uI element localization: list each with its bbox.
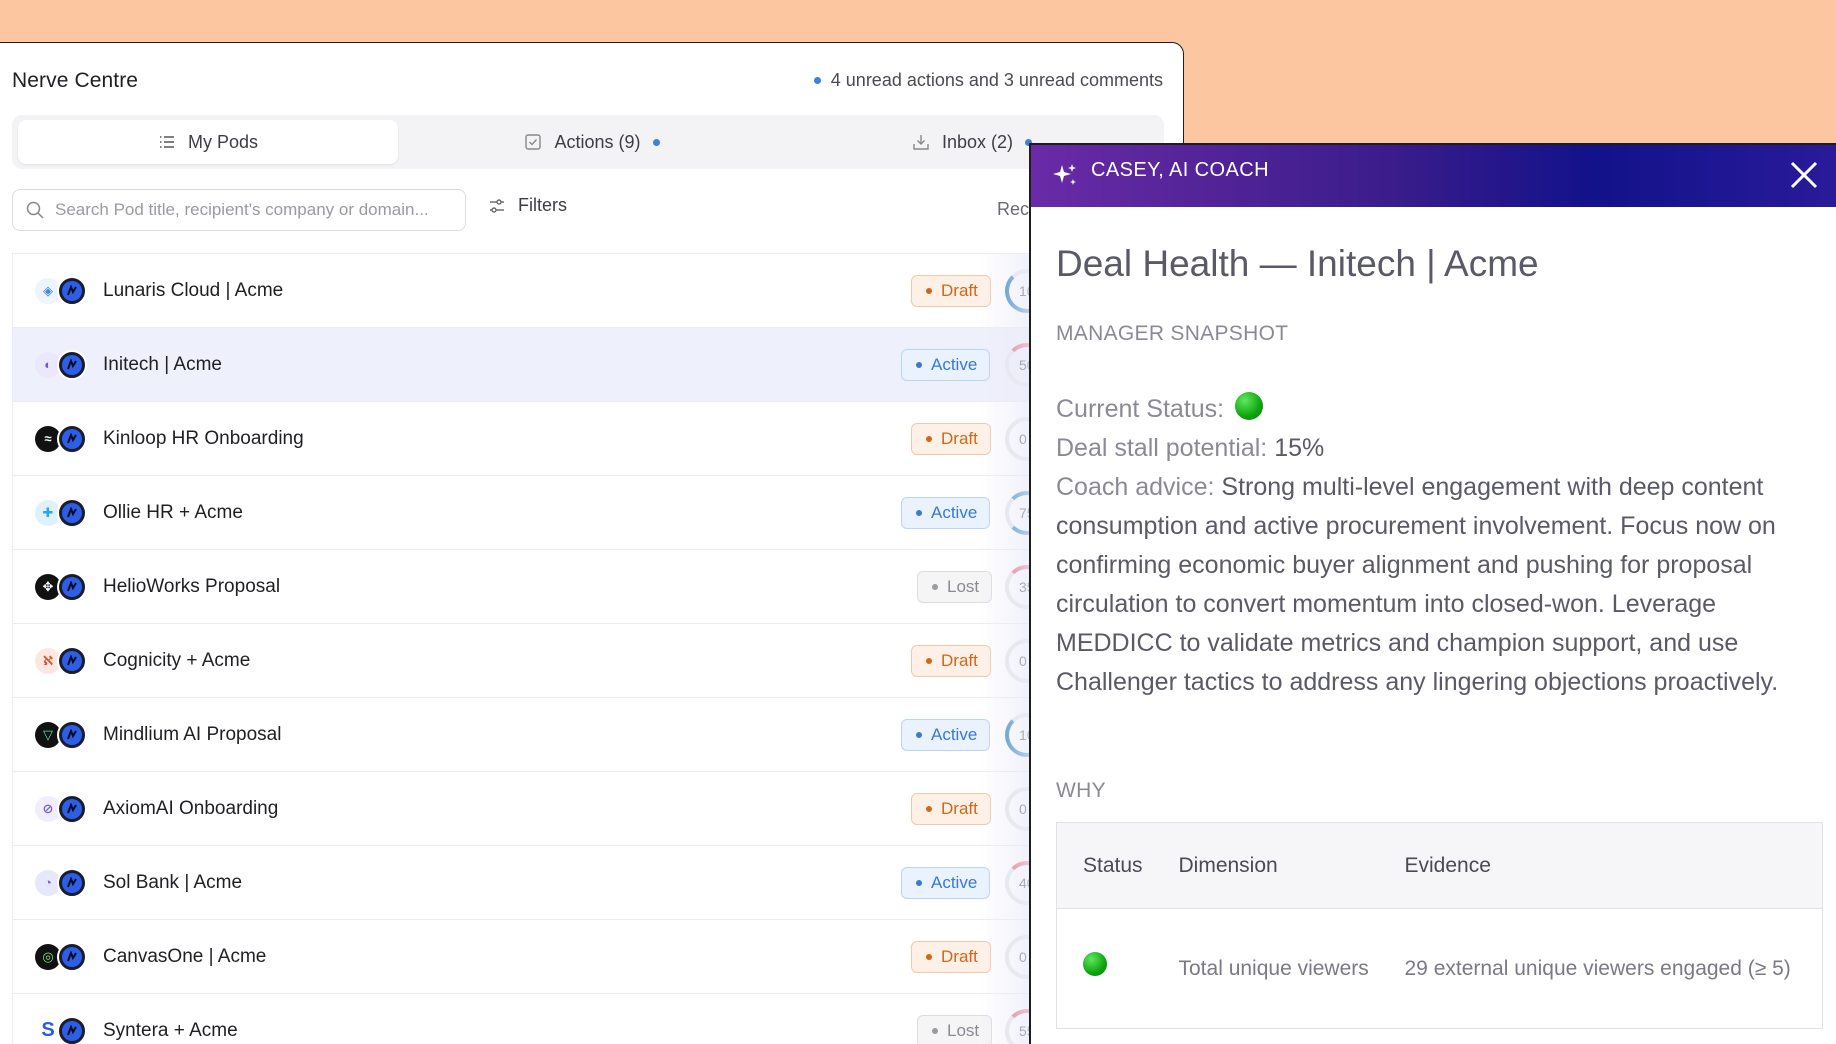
- col-dimension: Dimension: [1178, 822, 1405, 909]
- tab-actions[interactable]: Actions (9): [402, 120, 782, 164]
- tab-my-pods[interactable]: My Pods: [18, 120, 398, 164]
- list-item[interactable]: ◎ CanvasOne | Acme Draft 0: [12, 920, 1172, 994]
- table-row: Total unique viewers 29 external unique …: [1057, 909, 1823, 1029]
- status-badge: Active: [901, 496, 991, 529]
- acme-logo-icon: [57, 645, 87, 676]
- stall-potential: Deal stall potential: 15%: [1056, 434, 1325, 462]
- unread-dot: [652, 138, 660, 146]
- acme-logo-icon: [57, 423, 87, 454]
- col-status: Status: [1056, 822, 1179, 909]
- deal-title: Deal Health — Initech | Acme: [1056, 243, 1539, 284]
- acme-logo-icon: [57, 719, 87, 750]
- status-green-dot: [1083, 951, 1107, 976]
- coach-header: CASEY, AI COACH: [1031, 145, 1836, 207]
- status-badge: Lost: [917, 1014, 993, 1044]
- pod-title: HelioWorks Proposal: [103, 575, 281, 597]
- col-evidence: Evidence: [1404, 822, 1823, 909]
- current-status: Current Status:: [1056, 390, 1826, 429]
- pod-title: Syntera + Acme: [103, 1019, 238, 1041]
- logos: ◎: [35, 941, 87, 972]
- logos: ✥: [35, 571, 87, 602]
- inbox-icon: [913, 135, 929, 150]
- tab-bar: My Pods Actions (9) Inbox (2): [12, 115, 1164, 169]
- why-table: Status Dimension Evidence Total unique v…: [1056, 822, 1823, 1029]
- evidence-cell: 29 external unique viewers engaged (≥ 5): [1404, 957, 1791, 980]
- coach-advice: Coach advice: Strong multi-level engagem…: [1056, 473, 1779, 696]
- why-heading: WHY: [1056, 779, 1106, 802]
- status-badge: Lost: [917, 570, 993, 603]
- pod-title: Ollie HR + Acme: [103, 501, 243, 523]
- filters-button[interactable]: Filters: [488, 195, 567, 216]
- sliders-icon: [490, 198, 504, 213]
- logos: ▽: [35, 719, 87, 750]
- list-item[interactable]: S Syntera + Acme Lost 55: [12, 994, 1172, 1044]
- acme-logo-icon: [57, 349, 87, 380]
- status-badge: Draft: [911, 940, 991, 973]
- list-item[interactable]: ≈ Kinloop HR Onboarding Draft 0: [12, 402, 1172, 476]
- list-item[interactable]: ▽ Mindlium AI Proposal Active 10: [12, 698, 1172, 772]
- pod-title: Lunaris Cloud | Acme: [103, 279, 284, 301]
- search-icon: [26, 201, 44, 219]
- pod-title: Initech | Acme: [103, 353, 222, 375]
- logos: ◈: [35, 275, 87, 306]
- recent-sort[interactable]: Rec: [997, 199, 1029, 220]
- acme-logo-icon: [57, 793, 87, 824]
- pod-title: Cognicity + Acme: [103, 649, 251, 671]
- filters-label: Filters: [518, 195, 567, 215]
- list-item[interactable]: ◈ Lunaris Cloud | Acme Draft 10: [12, 254, 1172, 328]
- status-badge: Active: [901, 866, 991, 899]
- list-item[interactable]: ⊘ AxiomAI Onboarding Draft 0: [12, 772, 1172, 846]
- coach-name: CASEY, AI COACH: [1091, 159, 1269, 181]
- snapshot-heading: MANAGER SNAPSHOT: [1056, 322, 1289, 345]
- logos: ◔: [35, 867, 87, 898]
- sparkle-icon: [1053, 164, 1076, 185]
- acme-logo-icon: [57, 941, 87, 972]
- logos: S: [35, 1015, 87, 1044]
- search-box: [12, 189, 466, 231]
- ai-coach-panel: CASEY, AI COACH Deal Health — Initech | …: [1029, 143, 1836, 1044]
- tab-label: Actions (9): [554, 131, 641, 152]
- logos: ✚: [35, 497, 87, 528]
- status-badge: Draft: [911, 644, 991, 677]
- pod-title: Mindlium AI Proposal: [103, 723, 282, 745]
- list-item[interactable]: ◔ Sol Bank | Acme Active 40: [12, 846, 1172, 920]
- pod-title: AxiomAI Onboarding: [103, 797, 279, 819]
- logos: ◐: [35, 349, 87, 380]
- list-item[interactable]: ℵ Cognicity + Acme Draft 0: [12, 624, 1172, 698]
- acme-logo-icon: [57, 571, 87, 602]
- list-icon: [159, 136, 174, 148]
- logos: ⊘: [35, 793, 87, 824]
- unread-text: 4 unread actions and 3 unread comments: [830, 70, 1163, 90]
- status-badge: Active: [901, 348, 991, 381]
- unread-dot: [813, 77, 821, 84]
- acme-logo-icon: [57, 867, 87, 898]
- status-badge: Active: [901, 718, 991, 751]
- list-item[interactable]: ✥ HelioWorks Proposal Lost 35: [12, 550, 1172, 624]
- pod-title: CanvasOne | Acme: [103, 945, 267, 967]
- close-icon[interactable]: [1788, 159, 1820, 191]
- nerve-centre-window: Nerve Centre 4 unread actions and 3 unre…: [0, 42, 1184, 1044]
- status-green-dot: [1235, 392, 1264, 420]
- acme-logo-icon: [57, 497, 87, 528]
- tab-label: Inbox (2): [941, 131, 1014, 152]
- acme-logo-icon: [57, 275, 87, 306]
- status-badge: Draft: [911, 422, 991, 455]
- pod-title: Kinloop HR Onboarding: [103, 427, 304, 449]
- checkbox-icon: [525, 134, 542, 150]
- unread-summary: 4 unread actions and 3 unread comments: [813, 70, 1163, 91]
- page-title: Nerve Centre: [12, 69, 139, 92]
- tab-label: My Pods: [187, 131, 259, 152]
- list-item[interactable]: ◐ Initech | Acme Active 50: [12, 328, 1172, 402]
- dimension-cell: Total unique viewers: [1178, 957, 1369, 980]
- pod-title: Sol Bank | Acme: [103, 871, 243, 893]
- logos: ℵ: [35, 645, 87, 676]
- status-badge: Draft: [911, 274, 991, 307]
- pod-list: ◈ Lunaris Cloud | Acme Draft 10 ◐ Initec…: [12, 253, 1172, 1044]
- search-input[interactable]: [55, 200, 455, 220]
- logos: ≈: [35, 423, 87, 454]
- list-item[interactable]: ✚ Ollie HR + Acme Active 75: [12, 476, 1172, 550]
- acme-logo-icon: [57, 1015, 87, 1044]
- snapshot-facts: Current Status: Deal stall potential: 15…: [1056, 390, 1826, 702]
- status-badge: Draft: [911, 792, 991, 825]
